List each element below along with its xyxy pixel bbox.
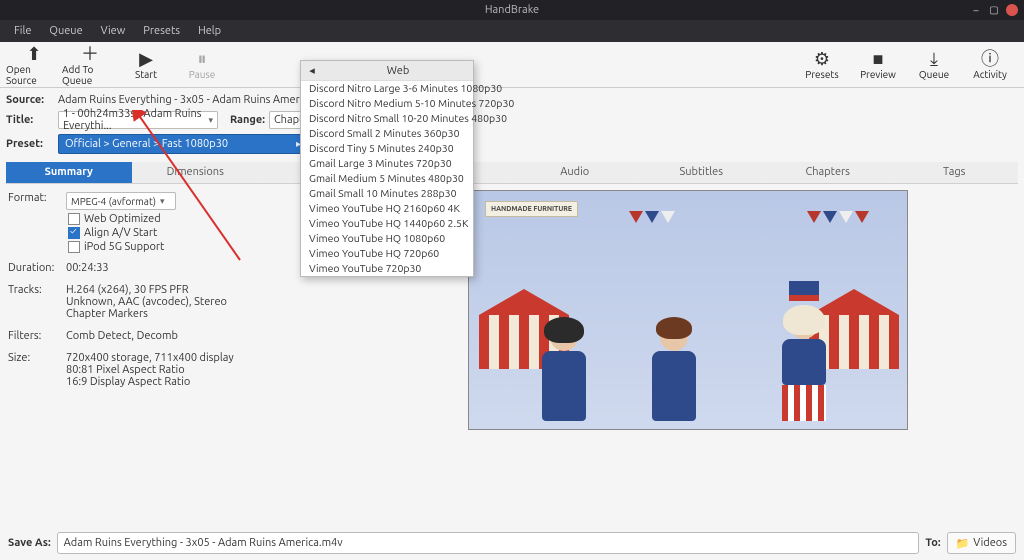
align-av-checkbox[interactable]: [68, 227, 80, 239]
preset-item[interactable]: Vimeo YouTube HQ 1440p60 2.5K: [301, 216, 473, 231]
saveas-value: Adam Ruins Everything - 3x05 - Adam Ruin…: [64, 537, 343, 549]
preset-submenu: ◂ Web Discord Nitro Large 3-6 Minutes 10…: [300, 60, 474, 277]
to-label: To:: [925, 537, 940, 549]
open-source-icon: ⬆: [26, 44, 41, 64]
tracks-line-3: Chapter Markers: [66, 308, 227, 320]
tab-chapters[interactable]: Chapters: [765, 162, 892, 183]
folder-icon: 📁: [956, 537, 970, 550]
preset-dropdown[interactable]: Official > General > Fast 1080p30: [58, 134, 308, 154]
menu-queue[interactable]: Queue: [41, 23, 90, 39]
video-preview: HANDMADE FURNITURE: [468, 190, 908, 430]
menu-bar: File Queue View Presets Help: [0, 20, 1024, 42]
queue-label: Queue: [919, 69, 949, 80]
tab-audio[interactable]: Audio: [512, 162, 639, 183]
preset-item[interactable]: Gmail Small 10 Minutes 288p30: [301, 186, 473, 201]
open-source-button[interactable]: ⬆ Open Source: [6, 44, 62, 85]
size-line-1: 720x400 storage, 711x400 display: [66, 352, 234, 364]
preview-label: Preview: [860, 69, 896, 80]
menu-view[interactable]: View: [93, 23, 134, 39]
filters-value: Comb Detect, Decomb: [66, 330, 178, 342]
preset-item[interactable]: Discord Small 2 Minutes 360p30: [301, 126, 473, 141]
presets-label: Presets: [805, 69, 838, 80]
destination-button[interactable]: 📁 Videos: [947, 532, 1016, 554]
preset-item[interactable]: Discord Nitro Large 3-6 Minutes 1080p30: [301, 81, 473, 96]
preset-item[interactable]: Gmail Medium 5 Minutes 480p30: [301, 171, 473, 186]
submenu-back-button[interactable]: ◂: [301, 64, 323, 77]
tracks-line-1: H.264 (x264), 30 FPS PFR: [66, 284, 227, 296]
preset-item[interactable]: Vimeo YouTube 720p30: [301, 261, 473, 276]
pause-button[interactable]: ⏸ Pause: [174, 44, 230, 85]
tracks-label: Tracks:: [8, 284, 60, 320]
minimize-icon[interactable]: –: [970, 4, 982, 16]
play-icon: ▶: [139, 49, 153, 69]
toolbar: ⬆ Open Source ＋ Add To Queue ▶ Start ⏸ P…: [0, 42, 1024, 88]
tab-subtitles[interactable]: Subtitles: [639, 162, 766, 183]
start-label: Start: [135, 69, 157, 80]
saveas-label: Save As:: [8, 537, 51, 549]
queue-button[interactable]: ⤓ Queue: [906, 44, 962, 85]
source-label: Source:: [6, 94, 54, 106]
window-titlebar: HandBrake – ▢: [0, 0, 1024, 20]
presets-button[interactable]: ⚙ Presets: [794, 44, 850, 85]
queue-icon: ⤓: [930, 49, 938, 69]
ipod-label: iPod 5G Support: [84, 241, 164, 253]
duration-label: Duration:: [8, 262, 60, 274]
title-label: Title:: [6, 114, 54, 126]
summary-pane: Format: MPEG-4 (avformat) Web Optimized …: [6, 184, 1018, 436]
plus-icon: ＋: [81, 44, 99, 64]
gear-icon: ⚙: [814, 49, 830, 69]
add-to-queue-button[interactable]: ＋ Add To Queue: [62, 44, 118, 85]
duration-value: 00:24:33: [66, 262, 109, 274]
format-dropdown[interactable]: MPEG-4 (avformat): [66, 192, 176, 210]
main-content: Source: Adam Ruins Everything - 3x05 - A…: [0, 88, 1024, 440]
tab-bar: Summary Dimensions Filters Video Audio S…: [6, 162, 1018, 184]
size-line-3: 16:9 Display Aspect Ratio: [66, 376, 234, 388]
pause-label: Pause: [189, 69, 216, 80]
start-button[interactable]: ▶ Start: [118, 44, 174, 85]
close-icon[interactable]: [1006, 4, 1018, 16]
menu-file[interactable]: File: [6, 23, 39, 39]
maximize-icon[interactable]: ▢: [988, 4, 1000, 16]
web-optimized-checkbox[interactable]: [68, 213, 80, 225]
preset-item[interactable]: Discord Nitro Medium 5-10 Minutes 720p30: [301, 96, 473, 111]
format-label: Format:: [8, 192, 60, 210]
tab-summary[interactable]: Summary: [6, 162, 133, 183]
window-title: HandBrake: [0, 4, 1024, 16]
tab-tags[interactable]: Tags: [892, 162, 1019, 183]
add-to-queue-label: Add To Queue: [62, 64, 118, 86]
preset-item[interactable]: Gmail Large 3 Minutes 720p30: [301, 156, 473, 171]
preset-item[interactable]: Discord Nitro Small 10-20 Minutes 480p30: [301, 111, 473, 126]
to-value: Videos: [973, 537, 1007, 549]
preview-button[interactable]: ■ Preview: [850, 44, 906, 85]
activity-label: Activity: [973, 69, 1007, 80]
open-source-label: Open Source: [6, 64, 62, 86]
tab-dimensions[interactable]: Dimensions: [133, 162, 260, 183]
size-label: Size:: [8, 352, 60, 388]
preset-label: Preset:: [6, 138, 54, 150]
align-av-label: Align A/V Start: [84, 227, 157, 239]
ipod-checkbox[interactable]: [68, 241, 80, 253]
preset-item[interactable]: Discord Tiny 5 Minutes 240p30: [301, 141, 473, 156]
preset-value: Official > General > Fast 1080p30: [65, 138, 228, 150]
size-line-2: 80:81 Pixel Aspect Ratio: [66, 364, 234, 376]
menu-help[interactable]: Help: [190, 23, 229, 39]
saveas-input[interactable]: Adam Ruins Everything - 3x05 - Adam Ruin…: [57, 532, 920, 554]
preset-item[interactable]: Vimeo YouTube HQ 720p60: [301, 246, 473, 261]
info-icon: ⓘ: [981, 49, 999, 69]
activity-button[interactable]: ⓘ Activity: [962, 44, 1018, 85]
preset-item[interactable]: Vimeo YouTube HQ 2160p60 4K: [301, 201, 473, 216]
pause-icon: ⏸: [198, 49, 207, 69]
footer: Save As: Adam Ruins Everything - 3x05 - …: [0, 526, 1024, 560]
submenu-title: Web: [323, 65, 473, 77]
camera-icon: ■: [873, 49, 884, 69]
title-dropdown[interactable]: 1 - 00h24m33s - Adam Ruins Everythi...: [58, 111, 218, 129]
preset-item[interactable]: Vimeo YouTube HQ 1080p60: [301, 231, 473, 246]
menu-presets[interactable]: Presets: [135, 23, 188, 39]
filters-label: Filters:: [8, 330, 60, 342]
range-label: Range:: [230, 114, 265, 126]
web-optimized-label: Web Optimized: [84, 213, 161, 225]
tracks-line-2: Unknown, AAC (avcodec), Stereo: [66, 296, 227, 308]
